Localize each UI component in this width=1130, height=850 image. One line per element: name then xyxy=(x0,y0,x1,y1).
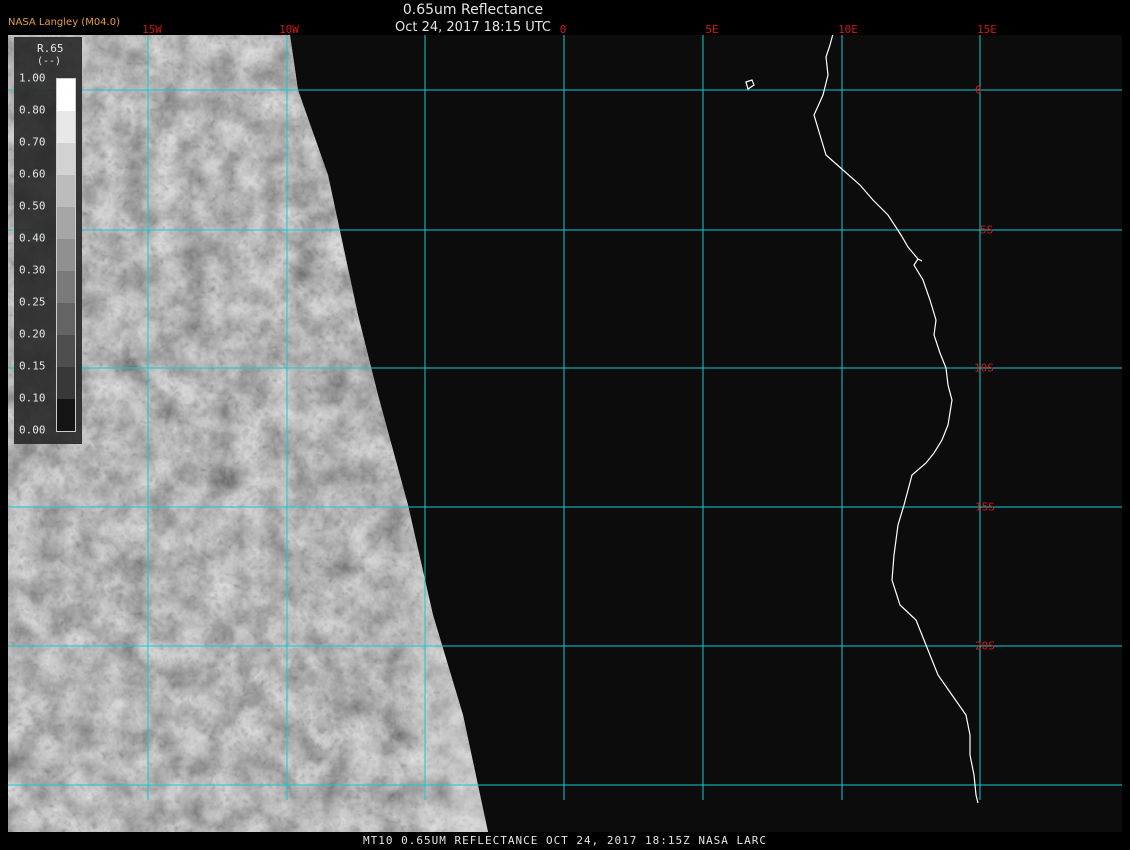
legend-variable: R.65 xyxy=(37,42,64,55)
legend-tick: 0.10 xyxy=(19,391,46,405)
legend-tick: 1.00 xyxy=(19,71,46,85)
lat-label-20s: 20S xyxy=(975,639,995,653)
legend-tick: 0.25 xyxy=(19,295,46,309)
legend-tick: 0.00 xyxy=(19,423,46,437)
color-legend: R.65 (--) 1.00 0.80 0.70 0.60 0.50 0.40 … xyxy=(14,37,82,444)
legend-tick: 0.60 xyxy=(19,167,46,181)
legend-tick: 0.80 xyxy=(19,103,46,117)
lat-label-0: 0 xyxy=(975,83,982,97)
map-canvas xyxy=(8,35,1122,832)
legend-unit: (--) xyxy=(37,56,62,67)
lat-label-15s: 15S xyxy=(975,500,995,514)
legend-colorbar xyxy=(56,78,76,432)
map-title: 0.65um Reflectance xyxy=(402,2,544,18)
legend-tick: 0.70 xyxy=(19,135,46,149)
coastline xyxy=(745,35,979,804)
legend-tick: 0.15 xyxy=(19,359,46,373)
satellite-map[interactable] xyxy=(8,35,1122,832)
lat-label-10s: 10S xyxy=(974,361,994,375)
footer-caption: MT10 0.65UM REFLECTANCE OCT 24, 2017 18:… xyxy=(363,834,767,847)
legend-tick: 0.50 xyxy=(19,199,46,213)
legend-tick: 0.30 xyxy=(19,263,46,277)
lat-label-5s: 5S xyxy=(980,223,994,237)
legend-tick: 0.40 xyxy=(19,231,46,245)
legend-tick: 0.20 xyxy=(19,327,46,341)
